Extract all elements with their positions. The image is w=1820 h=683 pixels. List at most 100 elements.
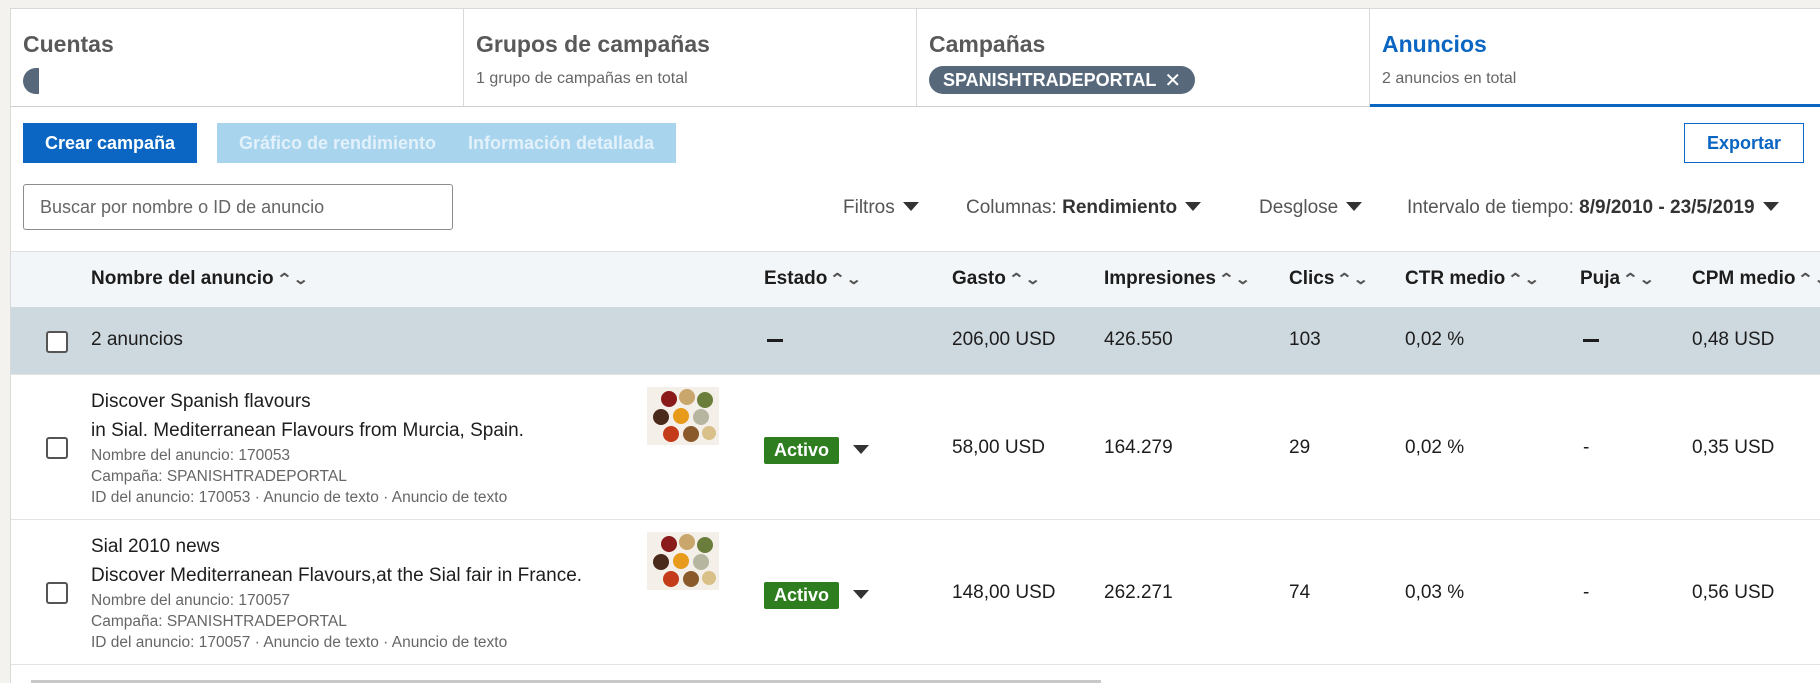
col-puja[interactable]: Puja ⌃⌄ [1580,268,1655,290]
caret-down-icon [1185,202,1202,211]
caret-down-icon [853,590,870,599]
entity-tabs: Cuentas Grupos de campañas 1 grupo de ca… [11,9,1820,107]
filters-label: Filtros [843,197,895,218]
campaign-chip-label: SPANISHTRADEPORTAL [943,69,1157,90]
tab-campanas-title: Campañas [929,31,1046,57]
table-header: Nombre del anuncio ⌃⌄ Estado ⌃⌄ Gasto ⌃⌄ Im… [11,251,1820,307]
col-puja-label: Puja [1580,268,1621,289]
tab-grupos[interactable]: Grupos de campañas 1 grupo de campañas e… [464,9,917,106]
caret-down-icon [902,202,919,211]
ad-title-line1[interactable]: Sial 2010 news [91,532,582,561]
tab-anuncios-title: Anuncios [1382,31,1487,57]
cell-cpm: 0,35 USD [1692,437,1775,458]
col-nombre[interactable]: Nombre del anuncio ⌃⌄ [91,268,309,290]
cell-ctr: 0,02 % [1405,437,1465,458]
sort-icon: ⌃⌄ [1218,271,1251,288]
col-estado[interactable]: Estado ⌃⌄ [764,268,862,290]
ad-campaign: Campaña: SPANISHTRADEPORTAL [91,468,347,485]
col-clics[interactable]: Clics ⌃⌄ [1289,268,1369,290]
ad-title-line1[interactable]: Discover Spanish flavours [91,387,524,416]
tab-grupos-count: 1 grupo de campañas en total [476,70,688,87]
ad-name: Nombre del anuncio: 170053 [91,447,291,464]
tab-cuentas[interactable]: Cuentas [11,9,464,106]
summary-cpm: 0,48 USD [1692,329,1775,350]
cell-clics: 74 [1289,582,1311,603]
campaign-filter-chip: SPANISHTRADEPORTAL ✕ [929,66,1196,94]
row-checkbox[interactable] [46,582,68,604]
status-badge: Activo [764,582,840,609]
sort-icon: ⌃⌄ [1008,271,1041,288]
row-checkbox[interactable] [46,437,68,459]
summary-gasto: 206,00 USD [952,329,1056,350]
search-input[interactable] [23,184,453,230]
ad-info: Discover Spanish flavours in Sial. Medit… [91,387,524,508]
breakdown-dropdown[interactable]: Desglose [1259,197,1363,219]
cell-impresiones: 262.271 [1104,582,1173,603]
col-clics-label: Clics [1289,268,1335,289]
cell-cpm: 0,56 USD [1692,582,1775,603]
columns-value: Rendimiento [1062,197,1178,218]
caret-down-icon [853,445,870,454]
columns-dropdown[interactable]: Columnas: Rendimiento [966,197,1202,219]
summary-row: 2 anuncios 206,00 USD 426.550 103 0,02 %… [11,307,1820,375]
date-range-label: Intervalo de tiempo: [1407,197,1580,218]
summary-puja-dash [1583,339,1599,342]
sort-icon: ⌃⌄ [1622,271,1656,288]
col-gasto[interactable]: Gasto ⌃⌄ [952,268,1041,290]
table-row: Sial 2010 news Discover Mediterranean Fl… [11,520,1820,665]
ad-thumbnail [647,387,719,445]
summary-label: 2 anuncios [91,329,183,350]
export-button[interactable]: Exportar [1683,123,1804,163]
sort-icon: ⌃⌄ [1336,271,1370,288]
sort-icon: ⌃⌄ [829,271,863,288]
select-all-checkbox[interactable] [46,331,68,353]
summary-ctr: 0,02 % [1405,329,1465,350]
sort-icon: ⌃⌄ [275,271,309,288]
filter-bar: Filtros Columnas: Rendimiento Desglose I… [11,175,1820,251]
col-ctr[interactable]: CTR medio ⌃⌄ [1405,268,1540,290]
caret-down-icon [1346,202,1363,211]
col-estado-label: Estado [764,268,828,289]
summary-clics: 103 [1289,329,1321,350]
status-badge: Activo [764,437,840,464]
remove-chip-icon[interactable]: ✕ [1164,68,1181,93]
spices-image [653,389,716,442]
col-gasto-label: Gasto [952,268,1006,289]
performance-chart-button[interactable]: Gráfico de rendimiento [217,123,459,163]
cell-gasto: 148,00 USD [952,582,1056,603]
cell-puja: - [1583,437,1590,458]
col-cpm[interactable]: CPM medio⌃⌄ [1692,268,1820,290]
ad-title-line2: Discover Mediterranean Flavours,at the S… [91,565,583,586]
ad-campaign: Campaña: SPANISHTRADEPORTAL [91,613,347,630]
cell-puja: - [1583,582,1590,603]
tab-cuentas-title: Cuentas [23,31,114,57]
cell-impresiones: 164.279 [1104,437,1173,458]
filters-dropdown[interactable]: Filtros [843,197,919,219]
ad-title-line2: in Sial. Mediterranean Flavours from Mur… [91,420,524,441]
ad-name: Nombre del anuncio: 170057 [91,592,291,609]
action-toolbar: Crear campaña Gráfico de rendimiento Inf… [11,107,1820,175]
ad-id: ID del anuncio: 170053 · Anuncio de text… [91,489,508,506]
date-range-dropdown[interactable]: Intervalo de tiempo: 8/9/2010 - 23/5/201… [1407,197,1779,219]
col-impresiones-label: Impresiones [1104,268,1216,289]
status-control[interactable]: Activo [764,582,870,609]
account-avatar [23,68,39,94]
sort-icon: ⌃⌄ [1797,271,1820,288]
status-control[interactable]: Activo [764,437,870,464]
tab-campanas[interactable]: Campañas SPANISHTRADEPORTAL ✕ [917,9,1370,106]
detailed-info-button[interactable]: Información detallada [446,123,677,163]
cell-ctr: 0,03 % [1405,582,1465,603]
breakdown-label: Desglose [1259,197,1339,218]
ad-thumbnail [647,532,719,590]
summary-impresiones: 426.550 [1104,329,1173,350]
tab-anuncios-count: 2 anuncios en total [1382,70,1517,87]
tab-anuncios[interactable]: Anuncios 2 anuncios en total [1370,9,1820,107]
create-campaign-button[interactable]: Crear campaña [23,123,198,163]
ad-id: ID del anuncio: 170057 · Anuncio de text… [91,634,508,651]
col-impresiones[interactable]: Impresiones ⌃⌄ [1104,268,1251,290]
col-cpm-label: CPM medio [1692,268,1796,289]
cell-clics: 29 [1289,437,1311,458]
sort-icon: ⌃⌄ [1507,271,1541,288]
tab-grupos-title: Grupos de campañas [476,31,710,57]
col-nombre-label: Nombre del anuncio [91,268,274,289]
